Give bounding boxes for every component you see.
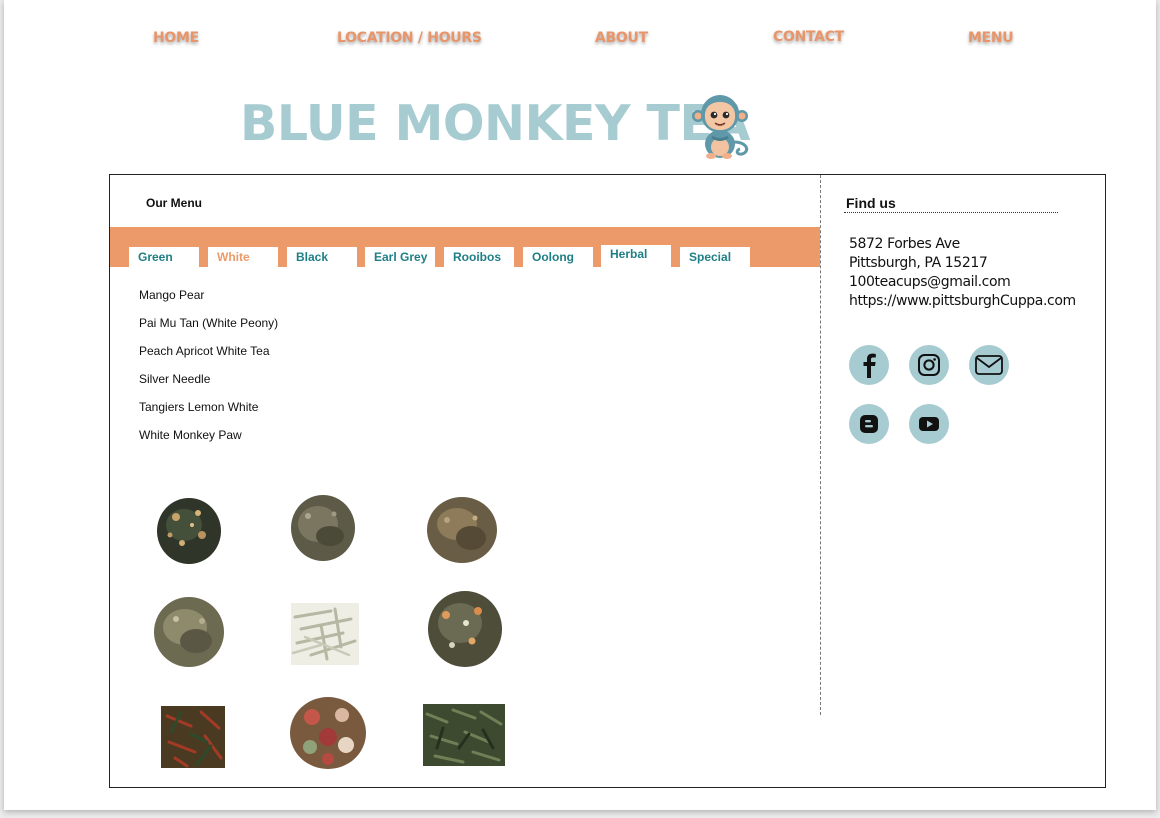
tab-special[interactable]: Special: [680, 247, 750, 267]
tab-rooibos[interactable]: Rooibos: [444, 247, 514, 267]
tea-image-tangiers-lemon: [426, 589, 504, 674]
tab-green[interactable]: Green: [129, 247, 199, 267]
tab-herbal[interactable]: Herbal: [601, 245, 671, 267]
instagram-icon[interactable]: [909, 345, 949, 385]
monkey-mascot-icon: [690, 92, 754, 160]
mail-icon[interactable]: [969, 345, 1009, 385]
nav-location-link[interactable]: LOCATION / HOURS: [337, 30, 482, 46]
tea-image-rooibos-blend: [161, 706, 225, 773]
list-item[interactable]: Peach Apricot White Tea: [139, 343, 278, 371]
menu-title: Our Menu: [146, 196, 202, 210]
nav-menu-link[interactable]: MENU: [968, 30, 1014, 46]
brand-title: BLUE MONKEY TEA: [240, 95, 750, 152]
tea-image-green-leaves: [423, 704, 505, 771]
list-item[interactable]: Pai Mu Tan (White Peony): [139, 315, 278, 343]
nav-about-link[interactable]: ABOUT: [595, 30, 648, 46]
content-frame: Our Menu Green White Black Earl Grey Roo…: [109, 174, 1106, 788]
tea-image-peach-apricot: [425, 494, 499, 571]
find-us-underline: [844, 212, 1058, 213]
nav-contact-link[interactable]: CONTACT: [773, 29, 844, 45]
find-us-title: Find us: [846, 195, 896, 211]
blogger-icon[interactable]: [849, 404, 889, 444]
list-item[interactable]: Mango Pear: [139, 287, 278, 315]
page: HOME LOCATION / HOURS ABOUT CONTACT MENU…: [4, 0, 1156, 810]
tea-image-fruit-blend: [288, 695, 368, 776]
tea-image-pai-mu-tan: [288, 492, 358, 569]
list-item[interactable]: Tangiers Lemon White: [139, 399, 278, 427]
tab-black[interactable]: Black: [287, 247, 357, 267]
website-link[interactable]: https://www.pittsburghCuppa.com: [849, 292, 1076, 311]
tea-image-mango-pear: [154, 495, 224, 572]
tea-category-tabs: Green White Black Earl Grey Rooibos Oolo…: [110, 227, 820, 267]
youtube-icon[interactable]: [909, 404, 949, 444]
address-line-1: 5872 Forbes Ave: [849, 236, 960, 252]
list-item[interactable]: White Monkey Paw: [139, 427, 278, 455]
tea-image-silver-needle: [291, 603, 359, 670]
email-link[interactable]: 100teacups@gmail.com: [849, 273, 1076, 292]
tab-oolong[interactable]: Oolong: [523, 247, 593, 267]
facebook-icon[interactable]: [849, 345, 889, 385]
column-divider: [820, 175, 821, 715]
tea-list: Mango Pear Pai Mu Tan (White Peony) Peac…: [139, 287, 278, 455]
nav-home-link[interactable]: HOME: [153, 30, 199, 46]
address-line-2: Pittsburgh, PA 15217: [849, 255, 988, 271]
list-item[interactable]: Silver Needle: [139, 371, 278, 399]
tea-image-silver-needle-blend: [152, 595, 226, 674]
contact-info: 5872 Forbes Ave Pittsburgh, PA 15217 100…: [849, 235, 1076, 311]
tab-white[interactable]: White: [208, 247, 278, 267]
tab-earl-grey[interactable]: Earl Grey: [365, 247, 435, 267]
